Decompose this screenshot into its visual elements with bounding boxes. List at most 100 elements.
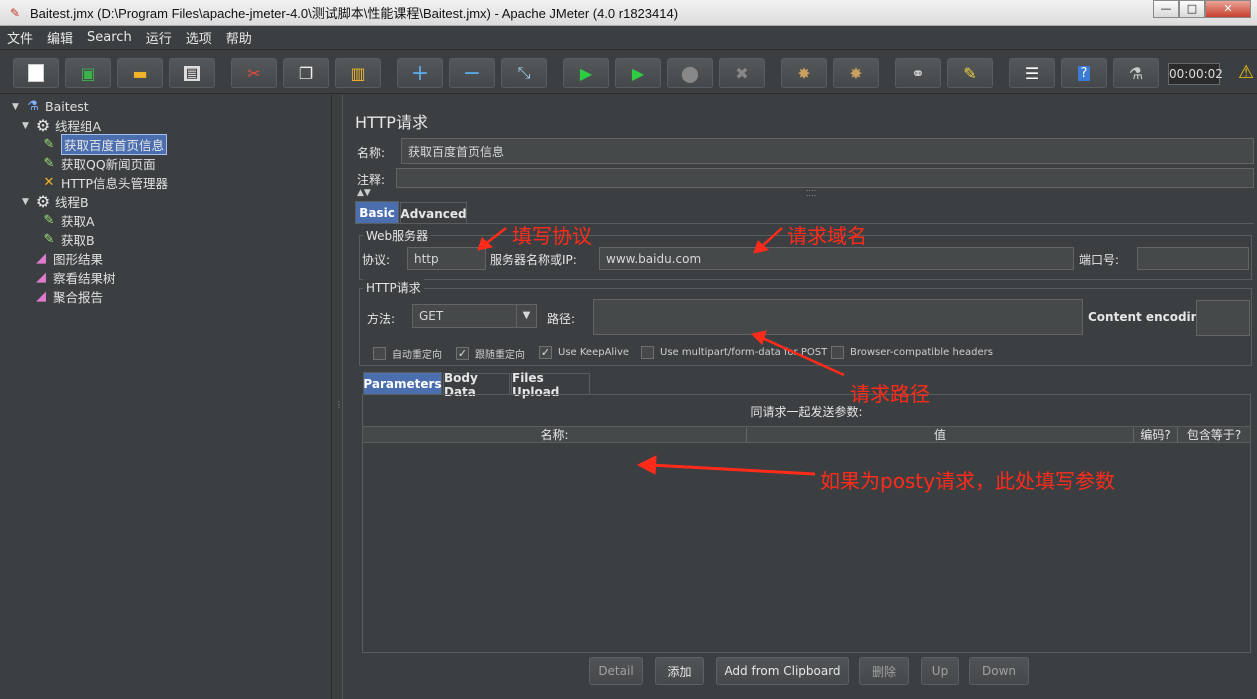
gear-icon: ⚙	[35, 116, 51, 135]
http-request-title: HTTP请求	[363, 279, 424, 296]
table-header: 名称: 值 编码? 包含等于?	[363, 426, 1250, 443]
encoding-input[interactable]	[1196, 300, 1250, 336]
test-plan-tree: ▼ ⚗ Baitest ▼ ⚙ 线程组A ✎ 获取百度首页信息 ✎ 获取QQ新闻…	[0, 95, 332, 699]
reset-search-icon[interactable]: ✎	[947, 58, 993, 88]
collapse-toggle-icon[interactable]: ▼	[12, 102, 24, 112]
column-name[interactable]: 名称:	[363, 427, 747, 443]
tree-item-graph-results[interactable]: ◢ 图形结果	[32, 249, 103, 268]
encoding-label: Content encoding:	[1088, 310, 1213, 324]
search-icon[interactable]: ⚭	[895, 58, 941, 88]
parameters-caption: 同请求一起发送参数:	[750, 405, 863, 419]
follow-redirect-checkbox[interactable]: ✓ 跟随重定向	[456, 346, 525, 361]
down-button[interactable]: Down	[969, 657, 1029, 685]
paste-icon[interactable]: ▥	[335, 58, 381, 88]
collapse-toggle-icon[interactable]: ▼	[22, 197, 34, 207]
protocol-label: 协议:	[362, 253, 391, 267]
close-button[interactable]: ✕	[1205, 0, 1251, 18]
comment-input[interactable]	[396, 168, 1254, 188]
tree-item-view-results-tree[interactable]: ◢ 察看结果树	[32, 268, 116, 287]
name-input[interactable]: 获取百度首页信息	[401, 138, 1254, 164]
menu-options[interactable]: 选项	[179, 28, 219, 47]
add-from-clipboard-button[interactable]: Add from Clipboard	[716, 657, 849, 685]
tab-advanced[interactable]: Advanced	[400, 202, 467, 224]
shutdown-icon[interactable]: ✖	[719, 58, 765, 88]
server-input[interactable]: www.baidu.com	[599, 247, 1074, 270]
pane-splitter[interactable]: ⋮⋮	[333, 95, 351, 699]
port-input[interactable]	[1137, 247, 1249, 270]
path-label: 路径:	[547, 312, 576, 326]
clear-all-icon[interactable]: ✸	[833, 58, 879, 88]
path-input[interactable]	[593, 299, 1083, 335]
cut-icon[interactable]: ✂	[231, 58, 277, 88]
detail-button[interactable]: Detail	[589, 657, 643, 685]
templates-icon[interactable]: ▣	[65, 58, 111, 88]
warning-icon[interactable]: ⚠	[1238, 62, 1254, 83]
collapse-icon[interactable]: −	[449, 58, 495, 88]
panel-title: HTTP请求	[355, 113, 428, 132]
name-label: 名称:	[357, 146, 386, 160]
tree-item-get-b[interactable]: ✎ 获取B	[40, 230, 95, 249]
chevron-down-icon[interactable]: ▼	[516, 305, 536, 327]
annotation-path: 请求路径	[850, 382, 930, 406]
delete-button[interactable]: 删除	[859, 657, 909, 685]
column-encode[interactable]: 编码?	[1134, 427, 1178, 443]
copy-icon[interactable]: ❐	[283, 58, 329, 88]
method-select[interactable]: GET ▼	[412, 304, 537, 328]
menu-edit[interactable]: 编辑	[40, 28, 80, 47]
protocol-input[interactable]: http	[407, 247, 486, 270]
remote-icon[interactable]: ⚗	[1113, 58, 1159, 88]
menu-help[interactable]: 帮助	[219, 28, 259, 47]
save-icon[interactable]: ▤	[169, 58, 215, 88]
wrench-icon: ✕	[43, 175, 55, 190]
jmeter-feather-icon: ✎	[9, 5, 21, 20]
keepalive-checkbox[interactable]: ✓ Use KeepAlive	[539, 346, 629, 359]
tree-item-get-a[interactable]: ✎ 获取A	[40, 211, 95, 230]
column-include-equals[interactable]: 包含等于?	[1178, 427, 1250, 443]
stop-icon[interactable]: ⬤	[667, 58, 713, 88]
help-icon[interactable]: ?	[1061, 58, 1107, 88]
gear-icon: ⚙	[35, 192, 51, 211]
column-value[interactable]: 值	[747, 427, 1134, 443]
tree-item-qq-request[interactable]: ✎ 获取QQ新闻页面	[40, 154, 156, 173]
expand-icon[interactable]: +	[397, 58, 443, 88]
chart-icon: ◢	[36, 251, 46, 266]
maximize-button[interactable]: □	[1179, 0, 1205, 18]
checkmark-icon: ✓	[539, 346, 552, 359]
clear-icon[interactable]: ✸	[781, 58, 827, 88]
tree-item-threadgroup-a[interactable]: ▼ ⚙ 线程组A	[22, 116, 101, 135]
pipette-icon: ✎	[43, 156, 55, 171]
minimize-button[interactable]: —	[1153, 0, 1179, 18]
tree-item-threadgroup-b[interactable]: ▼ ⚙ 线程B	[22, 192, 89, 211]
start-icon[interactable]: ▶	[563, 58, 609, 88]
divider-grip-icon[interactable]: ⁚⁚⁚⁚	[806, 189, 816, 198]
tree-item-header-manager[interactable]: ✕ HTTP信息头管理器	[40, 173, 168, 192]
new-icon[interactable]	[13, 58, 59, 88]
chart-icon: ◢	[36, 270, 46, 285]
tree-item-baidu-request[interactable]: ✎ 获取百度首页信息	[40, 134, 168, 155]
tab-body-data[interactable]: Body Data	[443, 371, 510, 399]
elapsed-timer: 00:00:02	[1168, 63, 1223, 85]
tree-item-testplan[interactable]: ▼ ⚗ Baitest	[12, 97, 89, 116]
tab-files-upload[interactable]: Files Upload	[511, 371, 590, 399]
toolbar: ▣ ▬ ▤ ✂ ❐ ▥ + − ⤡ ▶ ▶ ⬤ ✖ ✸ ✸ ⚭ ✎ ☰ ? ⚗ …	[0, 50, 1257, 94]
collapse-arrows-icon[interactable]: ▲▼	[357, 188, 371, 198]
multipart-checkbox[interactable]: Use multipart/form-data for POST	[641, 346, 827, 359]
comment-label: 注释:	[357, 173, 386, 187]
open-icon[interactable]: ▬	[117, 58, 163, 88]
add-button[interactable]: 添加	[655, 657, 704, 685]
up-button[interactable]: Up	[921, 657, 959, 685]
tree-item-aggregate-report[interactable]: ◢ 聚合报告	[32, 287, 103, 306]
menu-run[interactable]: 运行	[139, 28, 179, 47]
collapse-toggle-icon[interactable]: ▼	[22, 121, 34, 131]
start-no-pause-icon[interactable]: ▶	[615, 58, 661, 88]
menu-search[interactable]: Search	[80, 30, 139, 45]
tab-basic[interactable]: Basic	[355, 201, 399, 223]
toggle-icon[interactable]: ⤡	[501, 58, 547, 88]
annotation-protocol: 填写协议	[512, 224, 592, 248]
menu-file[interactable]: 文件	[0, 28, 40, 47]
auto-redirect-checkbox[interactable]: 自动重定向	[373, 346, 442, 361]
method-value: GET	[419, 309, 444, 323]
function-helper-icon[interactable]: ☰	[1009, 58, 1055, 88]
tab-parameters[interactable]: Parameters	[363, 372, 442, 394]
browser-headers-checkbox[interactable]: Browser-compatible headers	[831, 346, 993, 359]
